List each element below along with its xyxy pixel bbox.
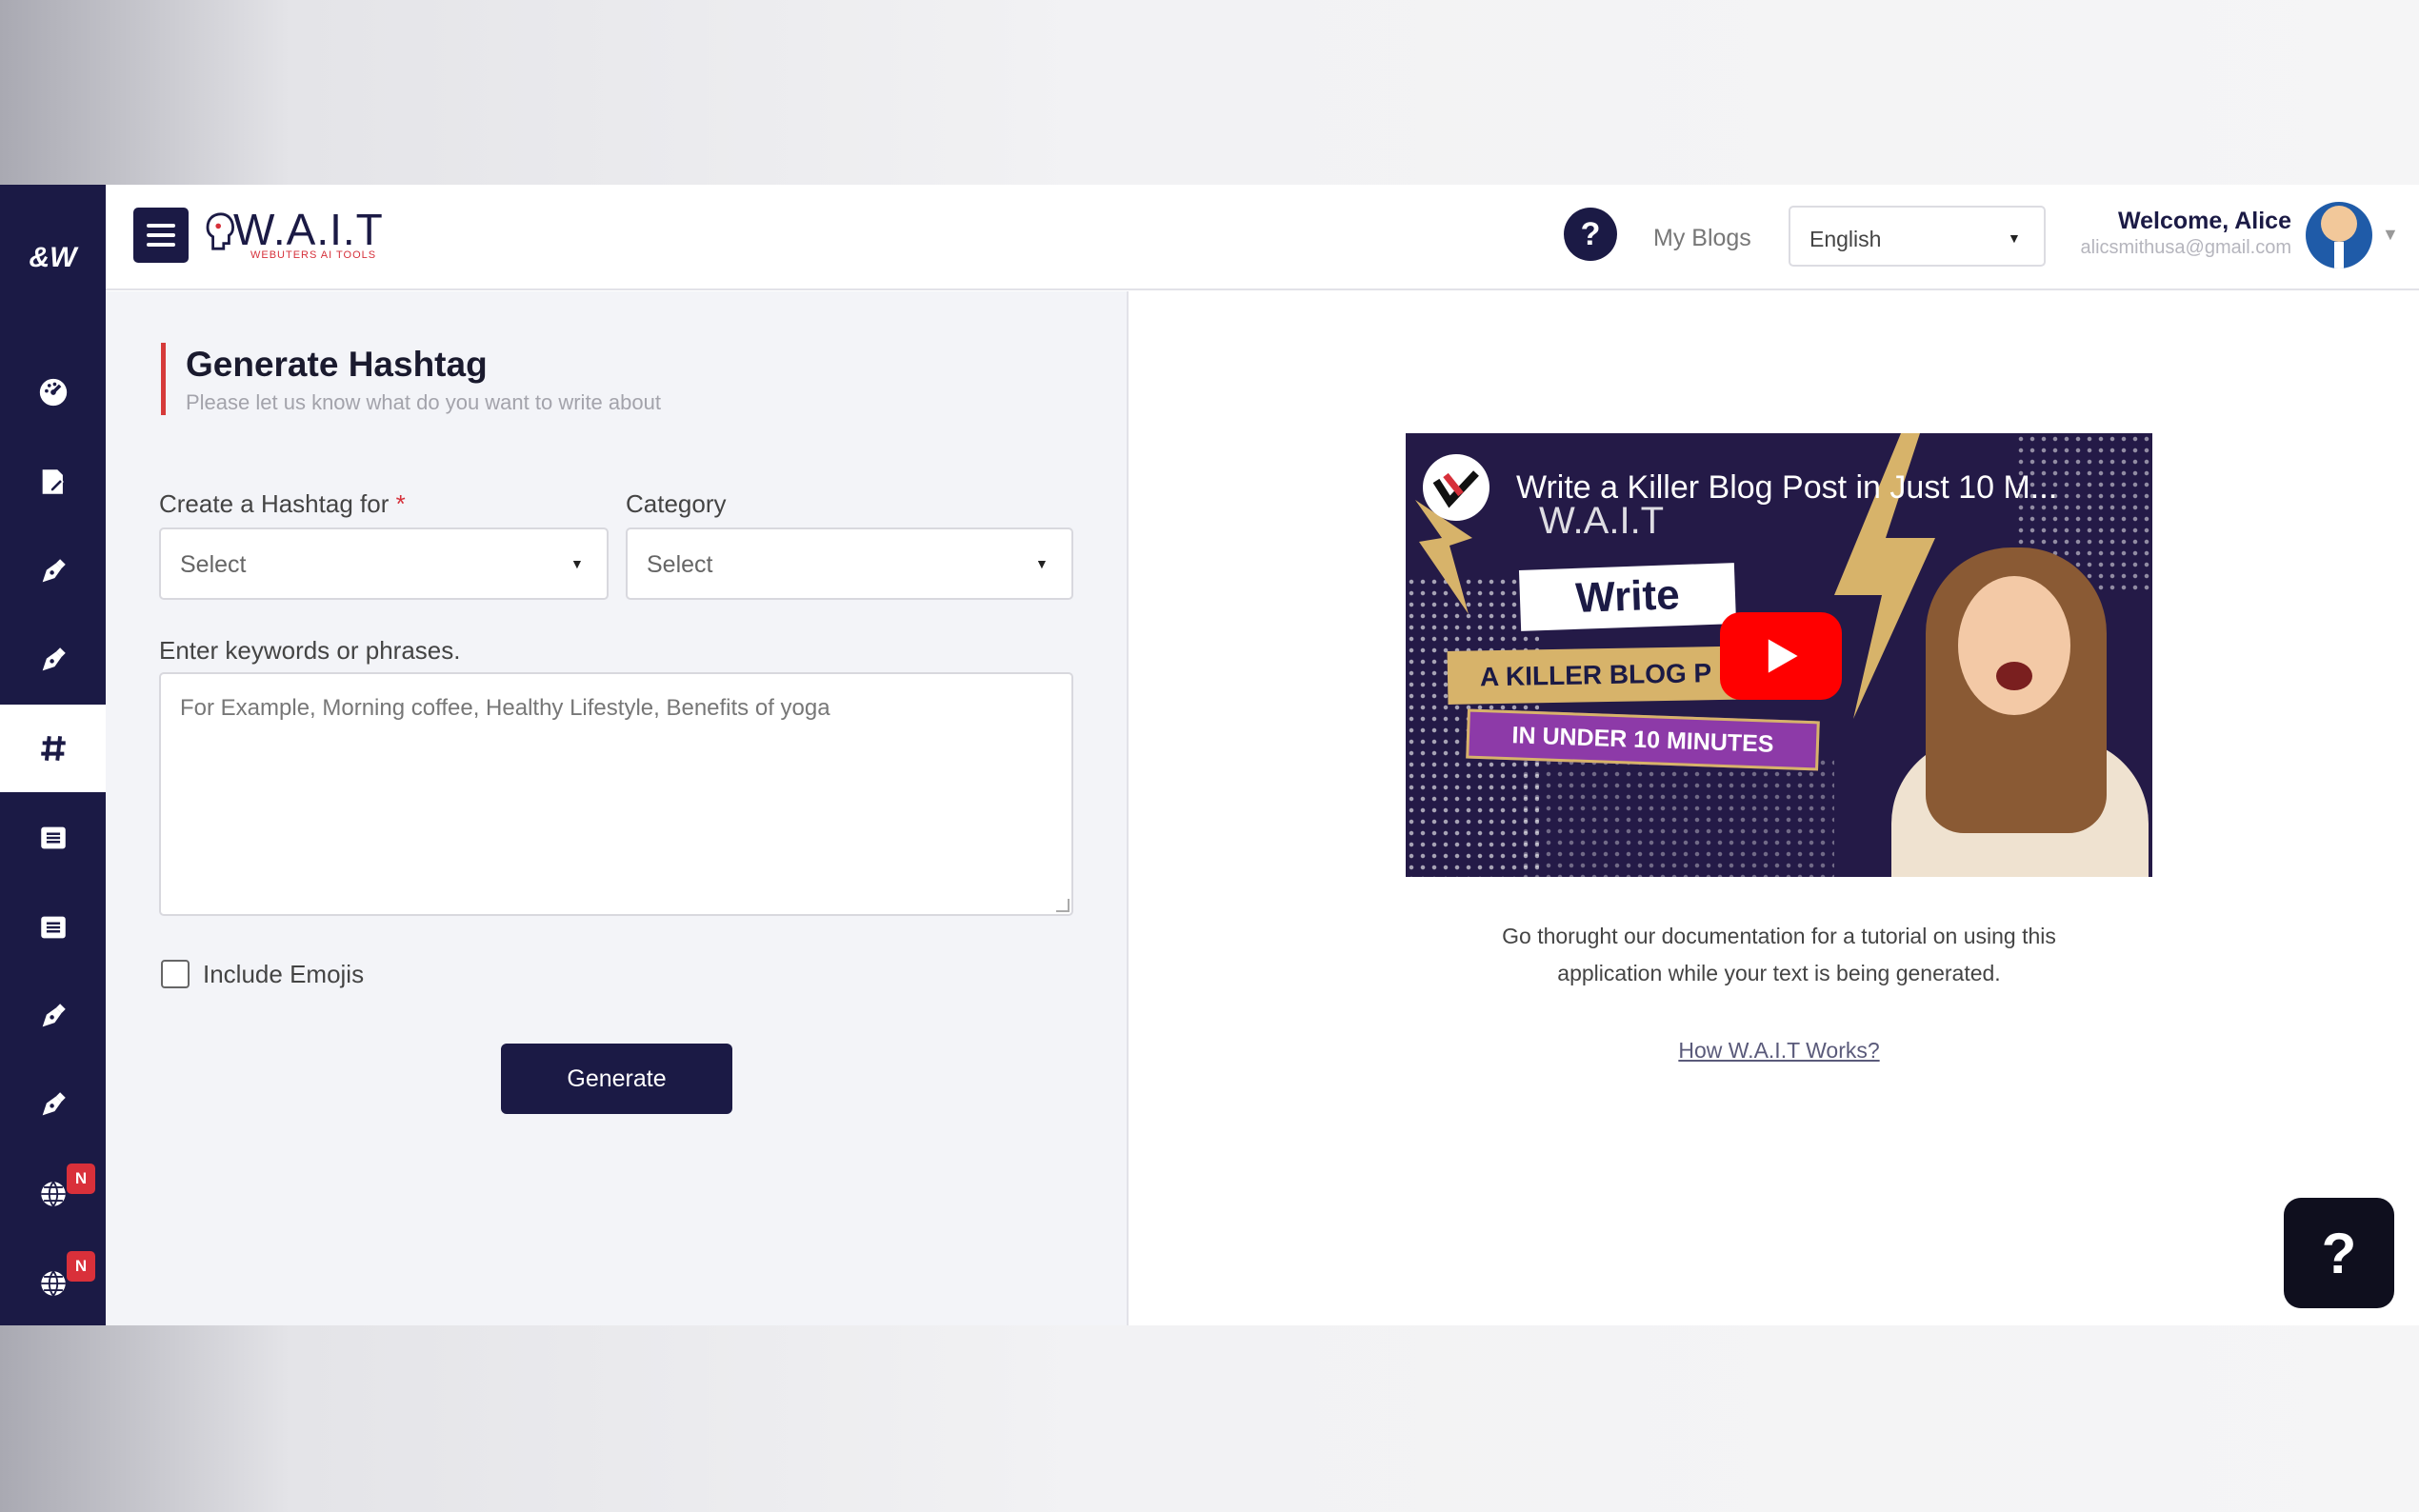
sidebar-item-list-2[interactable] [0,884,106,971]
tutorial-video[interactable]: Write a Killer Blog Post in Just 10 M...… [1406,433,2152,877]
pen-nib-icon [42,1092,66,1116]
page-subtitle: Please let us know what do you want to w… [186,390,661,414]
list-icon [40,916,66,939]
sidebar-item-dashboard[interactable] [0,348,106,436]
hashtag-icon [40,736,66,761]
language-value: English [1809,227,1882,251]
dashboard-icon [39,378,67,407]
include-emojis-checkbox[interactable] [161,960,190,988]
menu-toggle-button[interactable] [133,208,189,263]
hashtag-for-select[interactable]: Select ▼ [159,527,609,600]
keywords-placeholder: For Example, Morning coffee, Healthy Lif… [180,695,830,721]
category-label: Category [626,489,727,518]
category-value: Select [647,551,713,578]
sidebar-item-list-1[interactable] [0,794,106,882]
pen-nib-icon [42,559,66,583]
hashtag-for-label: Create a Hashtag for * [159,489,406,518]
video-brand: W.A.I.T [1539,500,1665,542]
title-accent-bar [161,343,166,415]
new-badge: N [67,1251,95,1282]
welcome-text: Welcome, Alice [2117,208,2291,234]
include-emojis-label[interactable]: Include Emojis [203,960,364,989]
category-select[interactable]: Select ▼ [626,527,1073,600]
sidebar-item-pen-tool-1[interactable] [0,527,106,615]
app-window: &W N N W.A.I.T WEBUTERS AI TOOLS ? My Bl… [0,185,2419,1325]
keywords-label: Enter keywords or phrases. [159,636,461,665]
globe-icon [40,1270,66,1297]
page-title: Generate Hashtag [186,345,488,384]
how-it-works-link[interactable]: How W.A.I.T Works? [1495,1038,2063,1064]
play-button[interactable] [1720,612,1842,700]
user-menu-chevron-icon[interactable]: ▼ [2382,225,2399,245]
brand-name: W.A.I.T [233,205,384,254]
sidebar-item-pen-tool-2[interactable] [0,616,106,704]
video-description: Go thorught our documentation for a tuto… [1502,924,2056,985]
pen-nib-icon [42,1004,66,1027]
user-info[interactable]: Welcome, Alice alicsmithusa@gmail.com [2081,208,2291,259]
sidebar-item-hashtag[interactable] [0,705,106,792]
my-blogs-link[interactable]: My Blogs [1653,225,1751,252]
new-badge: N [67,1164,95,1194]
sidebar-item-edit-document[interactable] [0,438,106,526]
sidebar-item-pen-tool-3[interactable] [0,972,106,1060]
hashtag-form-panel: Generate Hashtag Please let us know what… [106,291,1129,1325]
channel-logo-icon[interactable] [1423,454,1489,521]
sidebar: &W N N [0,185,106,1325]
presenter-image [1958,576,2070,715]
pen-nib-icon [42,647,66,671]
play-icon [1768,639,1798,673]
resize-handle-icon[interactable] [1056,899,1070,912]
thumb-tag-write: Write [1518,563,1737,631]
top-header: W.A.I.T WEBUTERS AI TOOLS ? My Blogs Eng… [106,185,2419,290]
chevron-down-icon: ▼ [2008,230,2021,246]
hamburger-icon [147,224,175,228]
hashtag-for-value: Select [180,551,247,578]
avatar[interactable] [2306,202,2372,269]
sidebar-item-pen-tool-4[interactable] [0,1061,106,1148]
chevron-down-icon: ▼ [1035,556,1049,571]
language-select[interactable]: English ▼ [1789,206,2046,267]
keywords-textarea[interactable]: For Example, Morning coffee, Healthy Lif… [159,672,1073,916]
edit-document-icon [42,469,64,494]
required-mark: * [395,489,406,518]
globe-icon [40,1181,66,1207]
list-icon [40,826,66,849]
brain-logo-icon [206,212,235,250]
generate-button[interactable]: Generate [501,1044,732,1114]
help-fab-button[interactable]: ? [2284,1198,2394,1308]
brand-tagline: WEBUTERS AI TOOLS [250,249,377,261]
sidebar-logo[interactable]: &W [0,242,106,274]
chevron-down-icon: ▼ [570,556,584,571]
user-email: alicsmithusa@gmail.com [2080,237,2291,258]
help-button[interactable]: ? [1564,208,1617,261]
brand-logo[interactable]: W.A.I.T WEBUTERS AI TOOLS [205,204,386,270]
